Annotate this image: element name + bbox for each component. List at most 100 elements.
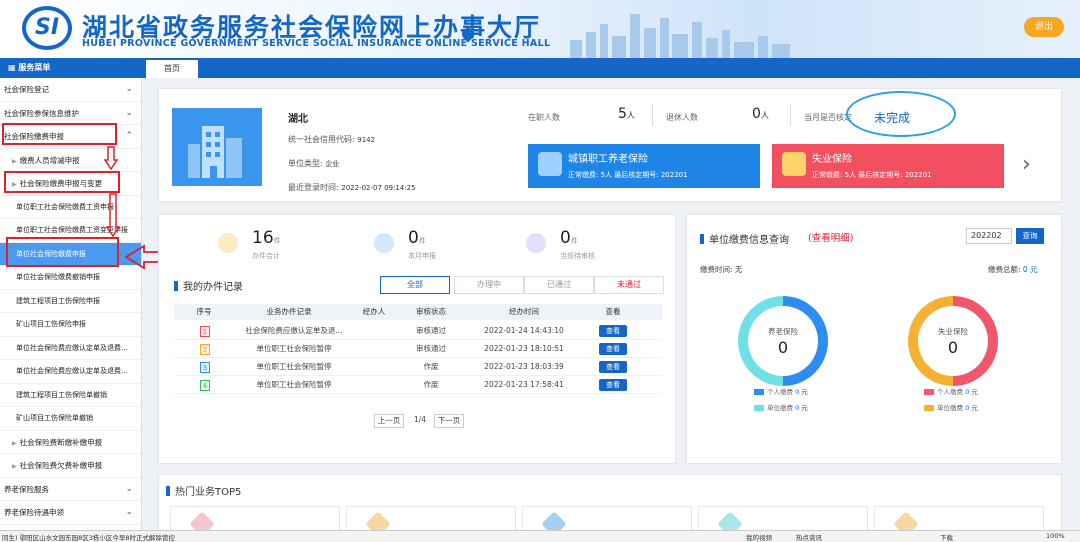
- verify-label: 当月是否核定: [804, 113, 852, 122]
- sidebar-item[interactable]: ▶ 社会保险费断缴补缴申报: [0, 431, 141, 454]
- sidebar-item[interactable]: 单位社会保险缴费撤销申报: [0, 266, 141, 290]
- credit-code: 统一社会信用代码: 9142: [288, 135, 376, 144]
- table-row: 1 社会保险费应缴认定单及退... 审核通过 2022-01-24 14:43:10 查…: [174, 322, 662, 340]
- sidebar-item-label: 矿山项目工伤保险单撤销: [16, 414, 93, 422]
- view-button[interactable]: 查看: [599, 325, 627, 337]
- sidebar-item[interactable]: ▶ 缴费人员增减申报: [0, 149, 141, 172]
- chevron-right-icon[interactable]: ›: [1022, 152, 1031, 177]
- view-button[interactable]: 查看: [599, 361, 627, 373]
- exit-button[interactable]: 退出: [1024, 17, 1064, 37]
- sidebar-item[interactable]: 建筑工程项目工伤保险单撤销: [0, 384, 141, 407]
- unemployment-donut-value: 0: [947, 338, 959, 357]
- row-number: 4: [200, 380, 210, 391]
- record-status: 作废: [423, 362, 439, 371]
- sidebar-item[interactable]: 养老保险服务 ⌄: [0, 478, 141, 501]
- sidebar-item-label: 单位职工社会保险缴费工资变更申报: [16, 226, 128, 234]
- unemployment-legend-personal: 个人缴费 0 元: [924, 386, 978, 396]
- unemployment-icon: [782, 152, 806, 176]
- sidebar-item-label: 单位社会保险缴费申报: [16, 249, 86, 258]
- query-button[interactable]: 查询: [1016, 228, 1044, 244]
- expand-triangle-icon: ▶: [12, 157, 17, 165]
- record-time: 2022-01-23 18:03:39: [484, 362, 564, 371]
- record-name[interactable]: 单位职工社会保险暂停: [234, 358, 354, 376]
- sidebar-item[interactable]: ▶ 社会保险缴费申报与变更: [0, 172, 141, 196]
- filter-failed[interactable]: 未通过: [594, 276, 664, 294]
- hot-service-card[interactable]: [522, 506, 692, 537]
- record-status: 审核通过: [416, 326, 446, 335]
- view-details-link[interactable]: (查看明细): [808, 230, 853, 244]
- si-logo: SI: [22, 6, 72, 50]
- payment-title: 单位缴费信息查询: [700, 231, 789, 246]
- header: SI 湖北省政务服务社会保险网上办事大厅 HUBEI PROVINCE GOVE…: [0, 0, 1080, 58]
- highlight-ellipse: [846, 91, 956, 137]
- tab-bar: 首页: [142, 58, 1080, 78]
- sidebar-item[interactable]: 单位职工社会保险缴费工资变更申报: [0, 219, 141, 243]
- payment-time: 缴费时间: 无: [700, 265, 743, 274]
- view-button[interactable]: 查看: [599, 343, 627, 355]
- prev-page-button[interactable]: 上一页: [374, 414, 404, 428]
- hot-service-card[interactable]: [874, 506, 1044, 537]
- hot-service-card[interactable]: [346, 506, 516, 537]
- hot-news-link[interactable]: 热点资讯: [796, 532, 822, 542]
- sidebar-item[interactable]: 建筑工程项目工伤保险申报: [0, 290, 141, 313]
- sidebar-item[interactable]: 社会保险登记 ⌄: [0, 78, 141, 102]
- sidebar-item[interactable]: 养老保险待遇申领 ⌄: [0, 501, 141, 525]
- sidebar-item[interactable]: 矿山项目工伤保险单撤销: [0, 407, 141, 431]
- records-title: 我的办件记录: [174, 278, 243, 293]
- zoom-level[interactable]: 100%: [1046, 532, 1065, 540]
- pending-review-value: 0件: [560, 228, 578, 248]
- my-videos-link[interactable]: 我的视频: [746, 532, 772, 542]
- status-news[interactable]: 同生) 鄂阳区山水文园东园8区3栋小区今早8时正式解除管控: [2, 532, 175, 542]
- sidebar-item[interactable]: ▶ 社会保险费欠费补缴申报: [0, 454, 141, 478]
- pension-legend-personal: 个人缴费 0 元: [754, 386, 808, 396]
- filter-passed[interactable]: 已通过: [524, 276, 594, 294]
- tab-home[interactable]: 首页: [146, 60, 198, 78]
- sidebar-item-label: 社会保险参保信息维护: [4, 108, 79, 118]
- service-menu-header: ▦ 服务菜单: [0, 58, 142, 78]
- hot-service-card[interactable]: [698, 506, 868, 537]
- sidebar-item[interactable]: 社会保险缴费申报 ⌃: [0, 125, 141, 149]
- sidebar: 社会保险登记 ⌄ 社会保险参保信息维护 ⌄ 社会保险缴费申报 ⌃ ▶ 缴费人员增减申报 ▶ 社会保…: [0, 78, 142, 530]
- sidebar-item-label: 建筑工程项目工伤保险单撤销: [16, 390, 107, 399]
- hot-service-card[interactable]: [170, 506, 340, 537]
- sidebar-item[interactable]: 矿山项目工伤保险申报: [0, 313, 141, 337]
- monthly-declare-label: 本月申报: [408, 252, 436, 260]
- sidebar-item-label: 单位社会保险缴费撤销申报: [16, 273, 100, 281]
- sidebar-item[interactable]: 单位社会保险缴费申报: [0, 242, 141, 266]
- sidebar-item[interactable]: 社会保险参保信息维护 ⌄: [0, 102, 141, 125]
- table-row: 4 单位职工社会保险暂停 作废 2022-01-23 17:58:41 查看: [174, 376, 662, 394]
- unemployment-donut-title: 失业保险: [938, 327, 968, 336]
- expand-triangle-icon: ▶: [12, 439, 17, 447]
- monthly-declare-icon: [374, 233, 394, 253]
- payment-total: 缴费总额: 0 元: [988, 265, 1038, 274]
- record-status: 审核通过: [416, 344, 446, 353]
- chevron-down-icon: ⌄: [125, 107, 133, 118]
- retired-label: 退休人数: [666, 113, 698, 122]
- view-button[interactable]: 查看: [599, 379, 627, 391]
- sidebar-item[interactable]: 单位社会保险费应缴认定单及退费...: [0, 337, 141, 360]
- total-count-value: 16件: [252, 228, 281, 248]
- employed-value: 5人: [618, 106, 635, 122]
- sidebar-item[interactable]: 单位社会保险费应缴认定单及退费...: [0, 360, 141, 384]
- sidebar-item-label: 单位社会保险费应缴认定单及退费...: [16, 343, 128, 352]
- next-page-button[interactable]: 下一页: [434, 414, 464, 428]
- pension-legend-unit: 单位缴费 0 元: [754, 402, 808, 412]
- sidebar-item[interactable]: 单位职工社会保险缴费工资申报: [0, 196, 141, 219]
- table-row: 3 单位职工社会保险暂停 作废 2022-01-23 18:03:39 查看: [174, 358, 662, 376]
- filter-all[interactable]: 全部: [380, 276, 450, 294]
- record-name[interactable]: 社会保险费应缴认定单及退...: [234, 322, 354, 340]
- pension-insurance-card[interactable]: 城镇职工养老保险 正常缴费: 5人 最后核定期号: 202201: [528, 144, 760, 188]
- year-input[interactable]: 202202: [966, 228, 1012, 244]
- sidebar-item-label: 单位社会保险费应缴认定单及退费...: [16, 367, 128, 375]
- unit-type: 单位类型: 企业: [288, 159, 340, 168]
- sidebar-item-label: 建筑工程项目工伤保险申报: [16, 296, 100, 305]
- unemployment-insurance-card[interactable]: 失业保险 正常缴费: 5人 最后核定期号: 202201: [772, 144, 1004, 188]
- filter-in-progress[interactable]: 办理中: [454, 276, 524, 294]
- sidebar-item-label: 养老保险待遇申领: [4, 508, 64, 517]
- row-number: 2: [200, 344, 210, 355]
- record-name[interactable]: 单位职工社会保险暂停: [234, 376, 354, 394]
- sidebar-item-label: 社会保险费断缴补缴申报: [19, 437, 103, 447]
- download-link[interactable]: 下载: [940, 532, 953, 542]
- record-name[interactable]: 单位职工社会保险暂停: [234, 340, 354, 358]
- total-count-label: 办件合计: [252, 252, 280, 260]
